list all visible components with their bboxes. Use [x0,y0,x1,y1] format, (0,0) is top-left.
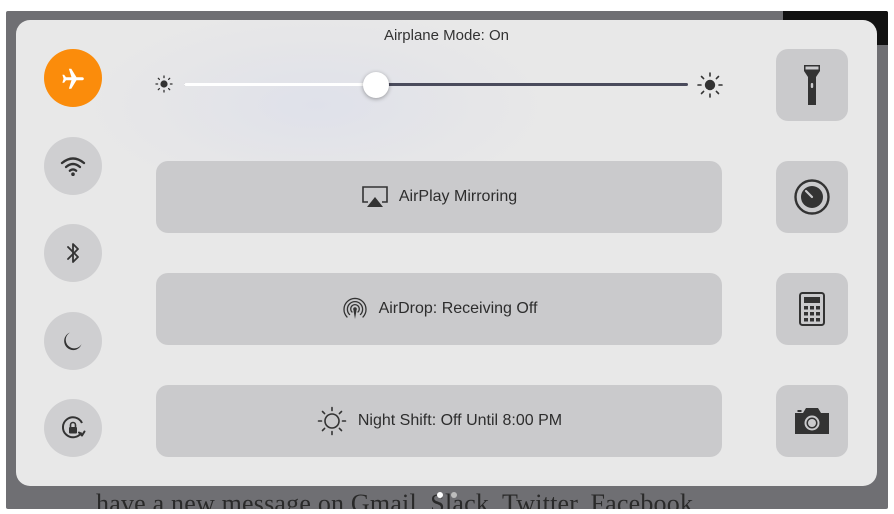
calculator-icon [799,292,825,326]
timer-button[interactable] [776,161,848,233]
sun-small-icon [155,75,173,93]
airplay-mirroring-label: AirPlay Mirroring [398,188,518,205]
brightness-fill [184,83,376,86]
calculator-button[interactable] [776,273,848,345]
timer-icon [794,179,830,215]
airplay-icon [362,186,388,207]
page-dot-2[interactable] [451,492,457,498]
bluetooth-toggle[interactable] [44,224,102,282]
airdrop-button[interactable]: AirDrop: Receiving Off [156,273,722,345]
airplane-icon [62,68,84,89]
page-dot-1[interactable] [437,492,443,498]
rotation-lock-toggle[interactable] [44,399,102,457]
rotation-lock-icon [61,416,86,439]
camera-icon [795,408,829,434]
airdrop-label: AirDrop: Receiving Off [378,300,538,317]
night-shift-button[interactable]: Night Shift: Off Until 8:00 PM [156,385,722,457]
bluetooth-icon [67,243,79,263]
do-not-disturb-toggle[interactable] [44,312,102,370]
brightness-track[interactable] [184,72,688,98]
camera-button[interactable] [776,385,848,457]
flashlight-button[interactable] [776,49,848,121]
airdrop-icon [342,297,367,319]
sun-large-icon [697,72,723,98]
brightness-slider[interactable] [154,70,724,100]
wifi-toggle[interactable] [44,137,102,195]
wifi-icon [60,157,86,176]
page-indicator[interactable] [0,492,894,498]
night-shift-icon [317,406,347,436]
moon-icon [64,332,82,351]
airplay-mirroring-button[interactable]: AirPlay Mirroring [156,161,722,233]
brightness-thumb[interactable] [362,72,389,98]
flashlight-icon [804,65,820,105]
airplane-mode-toggle[interactable] [44,49,102,107]
night-shift-label: Night Shift: Off Until 8:00 PM [357,412,563,429]
airplane-mode-status: Airplane Mode: On [383,27,510,44]
control-center-panel: Airplane Mode: On AirPlay Mirroring AirD… [16,20,877,486]
